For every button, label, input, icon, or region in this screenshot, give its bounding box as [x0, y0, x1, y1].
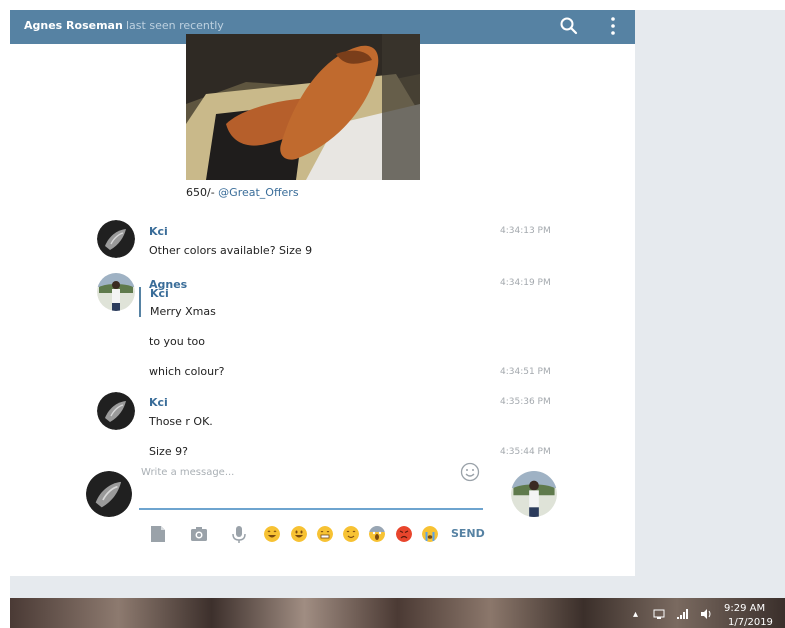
message-author[interactable]: Kci — [149, 396, 168, 409]
reply-quote-author[interactable]: Kci — [150, 287, 169, 300]
message-text: Those r OK. — [149, 415, 213, 428]
shoe-photo[interactable] — [186, 34, 420, 180]
message-time: 4:34:13 PM — [500, 226, 551, 236]
emoji-picker-icon[interactable] — [460, 462, 480, 482]
volume-icon[interactable] — [700, 608, 712, 620]
blush-emoji[interactable] — [343, 526, 359, 542]
contact-name[interactable]: Agnes Roseman — [24, 19, 123, 32]
message-author[interactable]: Kci — [149, 225, 168, 238]
chevron-up-icon[interactable]: ▴ — [633, 609, 638, 620]
grimacing-emoji[interactable] — [317, 526, 333, 542]
scream-emoji[interactable] — [369, 526, 385, 542]
self-avatar[interactable] — [86, 471, 132, 517]
microphone-icon[interactable] — [229, 524, 249, 544]
message-input[interactable] — [141, 462, 451, 482]
message-time: 4:35:36 PM — [500, 397, 551, 407]
signal-icon[interactable] — [676, 608, 690, 620]
message-text: Size 9? — [149, 445, 188, 458]
windows-taskbar — [10, 598, 785, 628]
clock-date[interactable]: 1/7/2019 — [728, 617, 773, 628]
contact-status: last seen recently — [126, 19, 224, 32]
camera-icon[interactable] — [189, 524, 209, 544]
message-text: which colour? — [149, 365, 225, 378]
reply-quote-text[interactable]: Merry Xmas — [150, 305, 216, 318]
more-vertical-icon[interactable] — [608, 16, 618, 36]
message-input-area[interactable] — [139, 462, 483, 510]
channel-link[interactable]: @Great_Offers — [218, 186, 298, 199]
message-time: 4:35:44 PM — [500, 447, 551, 457]
kci-avatar[interactable] — [97, 220, 135, 258]
post-price: 650/- — [186, 186, 219, 199]
message-time: 4:34:19 PM — [500, 278, 551, 288]
message-time: 4:34:51 PM — [500, 367, 551, 377]
send-button[interactable]: SEND — [451, 527, 485, 540]
grinning-emoji[interactable] — [264, 526, 280, 542]
message-text: Other colors available? Size 9 — [149, 244, 313, 257]
reply-quote-bar — [139, 287, 141, 317]
contact-avatar[interactable] — [511, 471, 557, 517]
sob-emoji[interactable] — [422, 526, 438, 542]
post-caption: 650/- @Great_Offers — [186, 186, 299, 199]
network-icon[interactable] — [653, 608, 665, 620]
kci-avatar[interactable] — [97, 392, 135, 430]
attach-file-icon[interactable] — [148, 524, 168, 544]
agnes-avatar[interactable] — [97, 273, 135, 311]
shoe-photo-image — [186, 34, 420, 180]
smiley-emoji[interactable] — [291, 526, 307, 542]
search-icon[interactable] — [559, 16, 579, 36]
angry-emoji[interactable] — [396, 526, 412, 542]
message-text: to you too — [149, 335, 206, 348]
clock-time[interactable]: 9:29 AM — [724, 603, 765, 614]
